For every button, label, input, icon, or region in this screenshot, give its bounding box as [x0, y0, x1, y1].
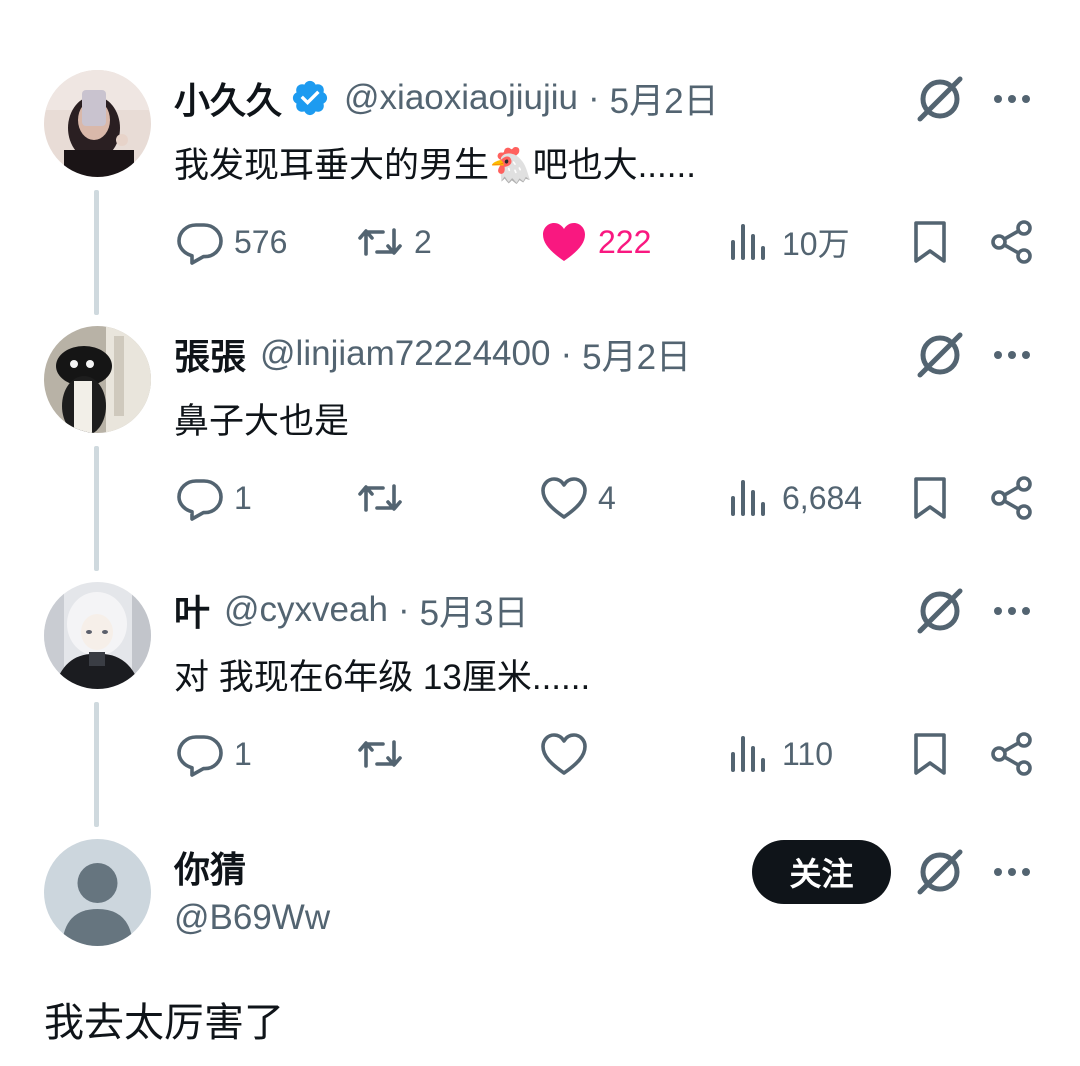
more-options-icon[interactable] [990, 850, 1034, 894]
reply-header: 張張 @linjiam72224400 · 5月2日 [174, 329, 691, 379]
bookmark-icon [914, 477, 946, 519]
view-count: 6,684 [782, 479, 863, 516]
views-button[interactable]: 110 [724, 726, 833, 782]
reply-count: 576 [234, 223, 288, 260]
view-count: 10万 [782, 226, 850, 262]
reply-header: 叶 @cyxveah · 5月3日 [174, 585, 529, 635]
display-name[interactable]: 小久久 [174, 72, 282, 124]
author-handle-row: @B69Ww [174, 893, 330, 943]
default-avatar[interactable] [44, 839, 151, 946]
user-handle[interactable]: @cyxveah [224, 590, 388, 630]
avatar[interactable] [44, 326, 151, 433]
reply-header: 小久久 @xiaoxiaojiujiu · 5月2日 [174, 73, 719, 123]
display-name[interactable]: 張張 [174, 328, 246, 380]
share-button[interactable] [988, 470, 1036, 526]
user-handle[interactable]: @xiaoxiaojiujiu [344, 78, 578, 118]
post-date[interactable]: 5月3日 [420, 585, 529, 636]
bar-chart-icon [731, 224, 765, 260]
speech-bubble-icon [177, 223, 223, 265]
bar-chart-icon [731, 480, 765, 516]
like-button[interactable]: 222 [540, 214, 651, 270]
heart-icon [541, 477, 587, 519]
share-icon [991, 476, 1032, 520]
avatar[interactable] [44, 582, 151, 689]
post-date[interactable]: 5月2日 [610, 73, 719, 124]
display-name[interactable]: 你猜 [174, 841, 246, 893]
thread-connector [94, 190, 99, 315]
like-button[interactable]: 4 [540, 470, 616, 526]
bookmark-button[interactable] [906, 214, 954, 270]
more-options-icon[interactable] [990, 333, 1034, 377]
heart-filled-icon [543, 223, 585, 261]
grok-icon[interactable] [912, 844, 968, 900]
bookmark-button[interactable] [906, 726, 954, 782]
like-count: 222 [598, 223, 652, 260]
views-button[interactable]: 6,684 [724, 470, 862, 526]
reply-count: 1 [234, 735, 252, 772]
like-button[interactable] [540, 726, 598, 782]
reply-count: 1 [234, 479, 252, 516]
grok-icon[interactable] [912, 71, 968, 127]
grok-icon[interactable] [912, 327, 968, 383]
retweet-arrows-icon [358, 740, 402, 768]
heart-icon [541, 733, 587, 775]
bar-chart-icon [731, 736, 765, 772]
user-handle[interactable]: @linjiam72224400 [260, 334, 550, 374]
separator-dot: · [560, 334, 573, 373]
more-options-icon[interactable] [990, 77, 1034, 121]
retweet-button[interactable]: 2 [356, 214, 432, 270]
post-text: 我去太厉害了 [44, 1001, 284, 1045]
speech-bubble-icon [177, 479, 223, 521]
retweet-count: 2 [414, 223, 432, 260]
like-count: 4 [598, 479, 616, 516]
views-button[interactable]: 10万 [724, 214, 850, 270]
retweet-button[interactable] [356, 726, 414, 782]
more-options-icon[interactable] [990, 589, 1034, 633]
reply-text: 我发现耳垂大的男生🐔吧也大...... [174, 146, 696, 185]
display-name[interactable]: 叶 [174, 584, 210, 636]
verified-badge-icon [290, 78, 330, 118]
retweet-button[interactable] [356, 470, 414, 526]
reply-button[interactable]: 1 [176, 726, 252, 782]
post-date[interactable]: 5月2日 [582, 329, 691, 380]
bookmark-icon [914, 221, 946, 263]
bookmark-button[interactable] [906, 470, 954, 526]
reply-text: 对 我现在6年级 13厘米...... [174, 658, 591, 697]
retweet-arrows-icon [358, 484, 402, 512]
share-icon [991, 220, 1032, 264]
thread-connector [94, 446, 99, 571]
bookmark-icon [914, 733, 946, 775]
reply-button[interactable]: 576 [176, 214, 287, 270]
share-button[interactable] [988, 726, 1036, 782]
reply-button[interactable]: 1 [176, 470, 252, 526]
author-name-row: 你猜 [174, 842, 246, 892]
thread-connector [94, 702, 99, 827]
user-handle[interactable]: @B69Ww [174, 898, 330, 938]
follow-button[interactable]: 关注 [752, 840, 891, 904]
view-count: 110 [782, 735, 834, 772]
reply-text: 鼻子大也是 [174, 402, 350, 441]
speech-bubble-icon [177, 735, 223, 777]
separator-dot: · [397, 590, 410, 629]
grok-icon[interactable] [912, 583, 968, 639]
separator-dot: · [588, 78, 600, 117]
avatar[interactable] [44, 70, 151, 177]
retweet-arrows-icon [358, 228, 402, 256]
share-button[interactable] [988, 214, 1036, 270]
share-icon [991, 732, 1032, 776]
